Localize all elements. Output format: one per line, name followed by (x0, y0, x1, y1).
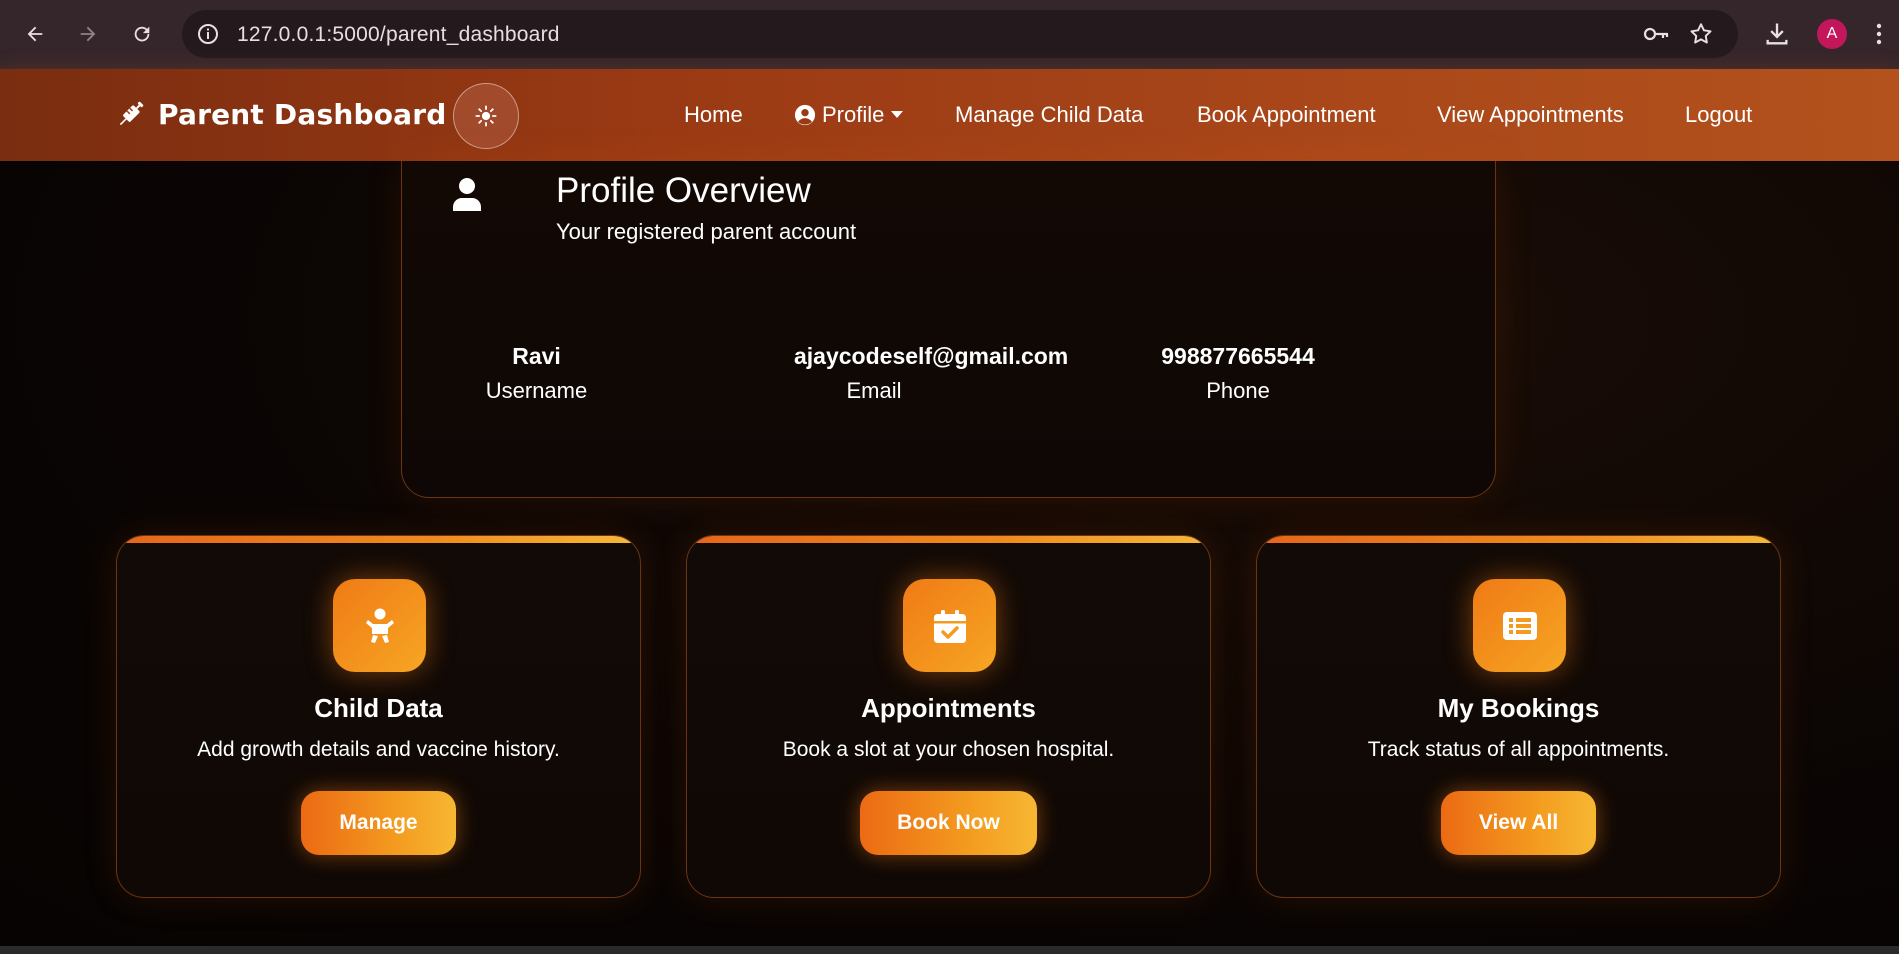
card-my-bookings: My Bookings Track status of all appointm… (1256, 535, 1781, 898)
user-icon (453, 178, 481, 211)
phone-label: Phone (1206, 378, 1270, 403)
manage-button[interactable]: Manage (301, 791, 456, 855)
username-label: Username (485, 378, 588, 403)
card-child-data: Child Data Add growth details and vaccin… (116, 535, 641, 898)
calendar-check-icon (933, 609, 966, 643)
user-circle-icon (794, 104, 816, 126)
forward-button[interactable] (70, 16, 106, 52)
arrow-left-icon (27, 26, 43, 42)
card-description: Add growth details and vaccine history. (197, 738, 560, 761)
address-bar[interactable]: 127.0.0.1:5000/parent_dashboard (182, 10, 1738, 58)
key-icon[interactable] (1642, 22, 1670, 46)
sun-icon (475, 105, 497, 127)
stat-email: ajaycodeself@gmail.com Email (764, 343, 1069, 404)
phone-value: 998877665544 (1161, 343, 1315, 369)
nav-home[interactable]: Home (684, 102, 743, 128)
nav-logout[interactable]: Logout (1685, 102, 1752, 128)
url-text[interactable]: 127.0.0.1:5000/parent_dashboard (237, 23, 560, 47)
nav-view-appointments[interactable]: View Appointments (1437, 102, 1624, 128)
card-icon-tile (903, 579, 996, 672)
reload-icon (134, 26, 150, 42)
browser-toolbar: 127.0.0.1:5000/parent_dashboard A (0, 0, 1899, 69)
book-now-button[interactable]: Book Now (860, 791, 1037, 855)
nav-book-appointment[interactable]: Book Appointment (1197, 102, 1376, 128)
card-title: Child Data (314, 693, 443, 723)
baby-icon (365, 608, 394, 643)
download-icon[interactable] (1763, 20, 1791, 48)
window-bottom-edge (0, 946, 1899, 954)
arrow-right-icon (80, 26, 96, 42)
view-all-button[interactable]: View All (1441, 791, 1596, 855)
card-description: Book a slot at your chosen hospital. (782, 738, 1115, 761)
app-navbar: Parent Dashboard Home Profile Manage Chi… (0, 69, 1899, 161)
bookmark-star-icon[interactable] (1688, 21, 1714, 47)
card-accent-bar (1257, 536, 1780, 543)
stat-phone: 998877665544 Phone (1128, 343, 1348, 404)
profile-avatar[interactable]: A (1817, 19, 1847, 49)
email-value: ajaycodeself@gmail.com (794, 343, 1069, 369)
theme-toggle-button[interactable] (453, 83, 519, 149)
profile-title: Profile Overview (556, 171, 811, 210)
profile-subtitle: Your registered parent account (556, 219, 857, 244)
card-icon-tile (333, 579, 426, 672)
brand-title: Parent Dashboard (158, 97, 447, 131)
card-accent-bar (117, 536, 640, 543)
kebab-menu-icon[interactable] (1872, 20, 1886, 48)
profile-overview-card: Profile Overview Your registered parent … (401, 161, 1496, 498)
nav-profile-dropdown[interactable]: Profile (794, 102, 904, 128)
reload-button[interactable] (124, 16, 160, 52)
info-icon[interactable] (196, 22, 220, 46)
list-icon (1502, 611, 1537, 640)
nav-profile-label: Profile (822, 102, 885, 127)
brand-link[interactable]: Parent Dashboard (114, 97, 447, 131)
main-content: Profile Overview Your registered parent … (0, 161, 1899, 954)
email-label: Email (846, 378, 902, 403)
card-title: My Bookings (1437, 693, 1600, 723)
card-title: Appointments (861, 693, 1036, 723)
syringe-icon (119, 101, 144, 126)
nav-manage-child-data[interactable]: Manage Child Data (955, 102, 1143, 128)
username-value: Ravi (512, 343, 561, 369)
card-icon-tile (1473, 579, 1566, 672)
card-accent-bar (687, 536, 1210, 543)
caret-down-icon (891, 111, 904, 118)
card-description: Track status of all appointments. (1367, 738, 1670, 761)
stat-username: Ravi Username (454, 343, 619, 404)
back-button[interactable] (17, 16, 53, 52)
card-appointments: Appointments Book a slot at your chosen … (686, 535, 1211, 898)
